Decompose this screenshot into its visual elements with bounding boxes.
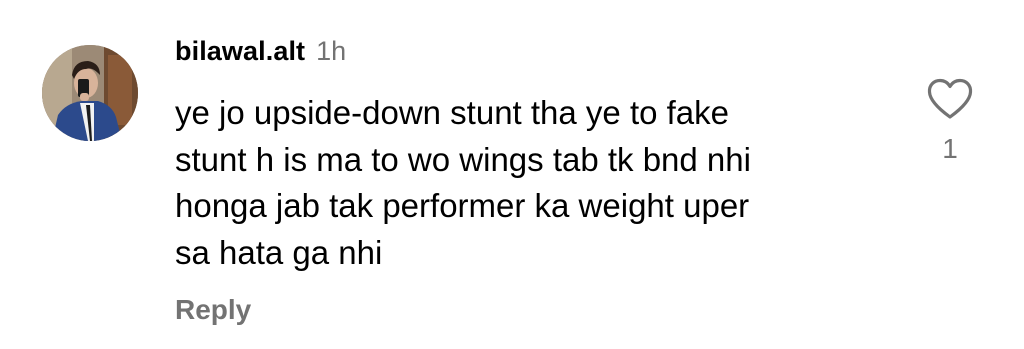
- like-count: 1: [942, 133, 958, 164]
- like-button[interactable]: [926, 78, 974, 120]
- reply-button[interactable]: Reply: [175, 294, 895, 326]
- comment-body: bilawal.alt 1h ye jo upside-down stunt t…: [175, 36, 895, 326]
- timestamp: 1h: [316, 36, 347, 66]
- avatar[interactable]: [42, 45, 138, 141]
- comment-text: ye jo upside-down stunt tha ye to fake s…: [175, 94, 751, 271]
- avatar-image: [42, 45, 138, 141]
- heart-outline-icon: [927, 78, 973, 119]
- comment-item: bilawal.alt 1h ye jo upside-down stunt t…: [0, 0, 1024, 349]
- username-link[interactable]: bilawal.alt: [175, 36, 305, 67]
- comment-header: bilawal.alt 1h: [175, 36, 895, 76]
